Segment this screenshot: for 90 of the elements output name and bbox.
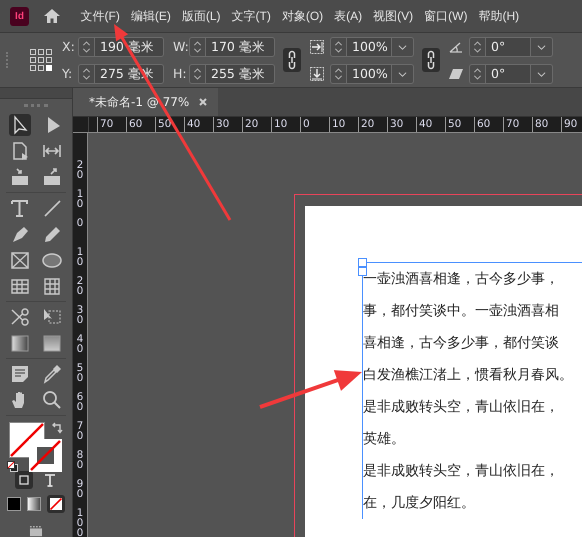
close-icon[interactable] [199,98,208,106]
input-field[interactable]: 255 毫米 [205,64,275,84]
scale-y-icon [309,66,325,82]
ruler-label: 30 [387,117,416,132]
ruler-label: 30 [76,305,84,328]
ruler-label: 30 [213,117,242,132]
swap-icon[interactable] [51,422,63,434]
container-format-icon[interactable] [15,470,33,489]
field-label: Y: [62,66,74,81]
input-field[interactable]: 190 毫米 [94,36,164,56]
input-field[interactable]: 170 毫米 [205,36,275,56]
input-field[interactable]: 0° [485,64,531,84]
spinner-button[interactable] [330,36,346,56]
menu-item[interactable]: 版面(L) [176,7,226,25]
home-icon[interactable] [43,8,61,24]
ruler-label: 20 [242,117,271,132]
ruler-label: 60 [474,117,503,132]
gradient-icon[interactable] [27,496,41,511]
field-label: H: [173,66,188,81]
none-icon[interactable] [47,494,65,513]
scale-x-icon [309,38,325,54]
text-format-icon[interactable] [43,472,57,487]
app-logo: Id [10,6,29,26]
spinner-button[interactable] [469,36,485,56]
spinner-button[interactable] [330,64,346,84]
ruler-label: 40 [416,117,445,132]
menu-item[interactable]: 帮助(H) [472,7,525,25]
ruler-label: 40 [76,334,84,357]
link-icon[interactable] [422,48,440,72]
menu-item[interactable]: 文字(T) [226,7,276,25]
input-field[interactable]: 0° [485,36,531,56]
ruler-label: 60 [76,392,84,415]
menu-item[interactable]: 文件(F) [75,7,126,25]
spinner-button[interactable] [189,64,205,84]
input-field[interactable]: 100% [346,64,392,84]
eyedropper-icon[interactable] [41,362,63,385]
text-line: 白发渔樵江渚上，惯看秋月春风。 [363,366,574,385]
spinner-button[interactable] [469,64,485,84]
ruler-label: 90 [76,479,84,502]
ruler-label: 90 [561,117,582,132]
menu-item[interactable]: 编辑(E) [125,7,176,25]
ruler-label: 80 [532,117,561,132]
text-line: 是非成败转头空，青山依旧在， [363,462,560,481]
ruler-label: 40 [184,117,213,132]
text-line: 一壶浊酒喜相逢，古今多少事， [363,270,560,289]
ruler-label: 20 [76,276,84,299]
menu-item[interactable]: 对象(O) [276,7,329,25]
menu-item[interactable]: 表(A) [328,7,368,25]
stroke-swatch[interactable] [29,438,62,472]
ruler-label: 20 [76,160,84,183]
ruler-label: 50 [445,117,474,132]
text-line: 事，都付笑谈中。一壶浊酒喜相 [363,302,560,321]
ruler-label: 70 [503,117,532,132]
text-line: 在，几度夕阳红。 [363,494,476,513]
ruler-label: 50 [76,363,84,386]
ruler-label: 50 [155,117,184,132]
ruler-label: 0 [300,117,329,132]
link-icon[interactable] [283,48,301,72]
default-colors-icon[interactable] [7,460,18,472]
ruler-label: 70 [97,117,126,132]
scissors-icon[interactable] [9,306,31,328]
field-label: X: [62,39,76,54]
ruler-label: 100 [76,508,84,537]
ruler-label: 10 [329,117,358,132]
text-line: 是非成败转头空，青山依旧在， [363,398,560,417]
content-placer-icon[interactable] [41,166,63,188]
menu-item[interactable]: 窗口(W) [418,7,473,25]
field-label: W: [173,39,189,54]
content-collector-icon[interactable] [9,166,31,188]
ruler-label: 60 [126,117,155,132]
menu-item[interactable]: 视图(V) [368,7,419,25]
color-icon[interactable] [7,496,21,511]
input-field[interactable]: 100% [346,36,392,56]
text-line: 喜相逢，古今多少事，都付笑谈 [363,334,560,353]
selection-icon[interactable] [9,114,31,136]
ruler-label: 70 [76,421,84,444]
spinner-button[interactable] [78,64,94,84]
zoom-icon[interactable] [41,388,63,411]
spinner-button[interactable] [189,36,205,56]
document-tab[interactable]: *未命名-1 @ 77% [73,88,218,116]
tab-title: *未命名-1 @ 77% [89,94,190,110]
ruler-label: 10 [76,189,84,212]
ruler-label: 10 [76,247,84,270]
ruler-label: 10 [271,117,300,132]
text-line: 英雄。 [363,430,406,449]
ruler-label: 0 [76,218,84,231]
reference-point-icon[interactable] [28,47,54,73]
ruler-label: 80 [76,450,84,473]
spinner-button[interactable] [78,36,94,56]
ruler-label: 20 [358,117,387,132]
